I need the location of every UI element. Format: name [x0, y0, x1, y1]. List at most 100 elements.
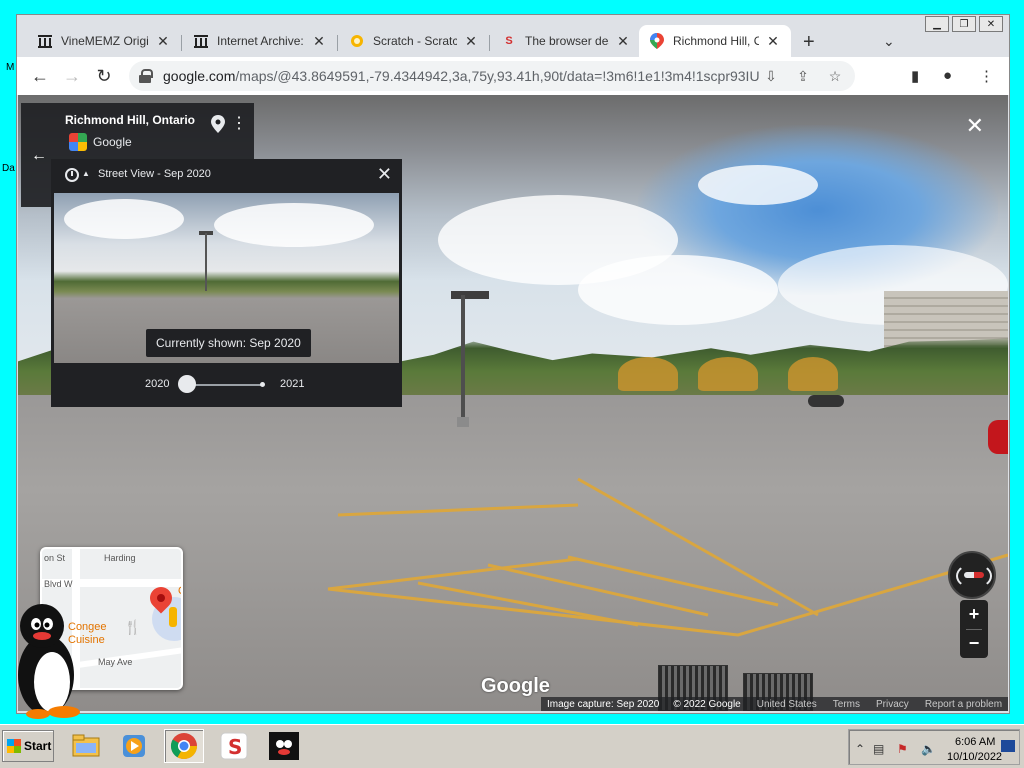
- reload-button[interactable]: ↻: [93, 65, 115, 87]
- back-arrow-icon[interactable]: ←: [31, 147, 47, 165]
- zoom-control: + −: [960, 600, 988, 658]
- time-travel-panel: ▲ Street View - Sep 2020 ✕ Currently sho…: [51, 159, 402, 407]
- restaurant-icon[interactable]: 🍴: [124, 620, 141, 634]
- location-pin-icon[interactable]: [211, 115, 225, 133]
- svg-text:S: S: [228, 735, 242, 759]
- start-label: Start: [24, 739, 52, 753]
- install-app-icon[interactable]: ⇩: [759, 68, 783, 85]
- bookmark-star-icon[interactable]: ☆: [823, 68, 847, 85]
- penguin-mascot-icon: [14, 600, 84, 722]
- close-tab-icon[interactable]: ✕: [463, 33, 479, 50]
- scratch-app-taskbar-icon[interactable]: S: [214, 729, 254, 763]
- place-card: Richmond Hill, Ontario Google ⋮: [51, 103, 254, 159]
- lock-icon[interactable]: [139, 69, 153, 83]
- close-tab-icon[interactable]: ✕: [615, 33, 631, 50]
- map-road-label: May Ave: [98, 657, 133, 667]
- clock-time[interactable]: 6:06 AM: [955, 736, 995, 748]
- address-bar[interactable]: google.com/maps/@43.8649591,-79.4344942,…: [129, 61, 855, 91]
- archive-icon: [37, 33, 53, 49]
- compass-needle-icon: [964, 572, 984, 578]
- map-road-label: Blvd W: [44, 579, 73, 589]
- profile-avatar-icon[interactable]: ●: [943, 67, 952, 84]
- url-text[interactable]: google.com/maps/@43.8649591,-79.4344942,…: [163, 68, 759, 84]
- tab-title: Scratch - Scratch: [373, 34, 457, 48]
- copyright-text: © 2022 Google: [673, 698, 741, 710]
- back-button[interactable]: ←: [29, 65, 51, 87]
- tab-richmond-hill[interactable]: Richmond Hill, On ✕: [639, 25, 791, 57]
- compass-control[interactable]: [948, 551, 996, 599]
- image-capture-date: Image capture: Sep 2020: [547, 698, 660, 710]
- start-button[interactable]: Start: [2, 730, 54, 762]
- share-icon[interactable]: ⇪: [791, 68, 815, 85]
- taskbar: Start S ⌃ ▤ ⚑ 🔈 6:06 AM 10/10/2022: [0, 724, 1024, 768]
- new-tab-button[interactable]: +: [803, 31, 815, 54]
- media-player-taskbar-icon[interactable]: [114, 729, 154, 763]
- volume-icon[interactable]: 🔈: [921, 742, 936, 756]
- year-end-label: 2021: [280, 378, 305, 390]
- street-view-viewport[interactable]: ← Richmond Hill, Ontario Google ⋮ ▲ Stre…: [18, 95, 1008, 711]
- light-pole: [461, 295, 465, 427]
- restore-button[interactable]: ❐: [952, 16, 976, 32]
- tab-vinememz[interactable]: VineMEMZ Origina ✕: [27, 25, 181, 57]
- show-desktop-icon[interactable]: [1001, 740, 1015, 752]
- desktop-label-2: Da: [2, 163, 15, 174]
- clock-date[interactable]: 10/10/2022: [947, 751, 1002, 763]
- tab-title: VineMEMZ Origina: [61, 34, 149, 48]
- time-travel-header: ▲ Street View - Sep 2020 ✕: [51, 159, 402, 192]
- chrome-taskbar-icon[interactable]: [164, 729, 204, 763]
- back-panel: ←: [21, 103, 51, 207]
- zoom-out-button[interactable]: −: [960, 629, 988, 658]
- tab-scratch[interactable]: Scratch - Scratch ✕: [339, 25, 489, 57]
- country-link[interactable]: United States: [757, 699, 817, 710]
- network-icon[interactable]: ▤: [873, 742, 884, 756]
- explorer-taskbar-icon[interactable]: [66, 729, 106, 763]
- tab-browser-design[interactable]: S The browser desig ✕: [491, 25, 641, 57]
- browser-window: ▁ ❐ ✕ VineMEMZ Origina ✕ Internet Archiv…: [16, 14, 1010, 714]
- map-footer: Image capture: Sep 2020 © 2022 Google Un…: [541, 697, 1008, 711]
- map-road-label: Harding: [104, 553, 136, 563]
- time-travel-title: Street View - Sep 2020: [98, 168, 211, 180]
- forward-button[interactable]: →: [61, 65, 83, 87]
- google-watermark: Google: [481, 675, 550, 697]
- chrome-menu-icon[interactable]: ⋮: [979, 67, 994, 85]
- pingu-taskbar-icon[interactable]: [264, 729, 304, 763]
- zoom-in-button[interactable]: +: [960, 600, 988, 629]
- street-view-preview[interactable]: Currently shown: Sep 2020: [54, 193, 399, 363]
- terms-link[interactable]: Terms: [833, 699, 860, 710]
- windows-logo-icon: [7, 739, 21, 753]
- pegman-icon[interactable]: [169, 607, 177, 627]
- close-icon[interactable]: ✕: [377, 164, 392, 185]
- more-options-icon[interactable]: ⋮: [231, 113, 247, 133]
- archive-icon: [193, 33, 209, 49]
- caret-up-icon[interactable]: ▲: [82, 169, 90, 178]
- close-tab-icon[interactable]: ✕: [311, 33, 327, 50]
- system-tray: ⌃ ▤ ⚑ 🔈 6:06 AM 10/10/2022: [848, 729, 1020, 765]
- tab-search-chevron-icon[interactable]: ⌄: [883, 33, 895, 50]
- close-tab-icon[interactable]: ✕: [155, 33, 171, 50]
- report-problem-link[interactable]: Report a problem: [925, 699, 1002, 710]
- side-panel-icon[interactable]: ▮: [911, 67, 919, 85]
- currently-shown-badge: Currently shown: Sep 2020: [146, 329, 311, 357]
- tab-title: Richmond Hill, On: [673, 34, 759, 48]
- scratch-icon: [349, 33, 365, 49]
- window-controls: ▁ ❐ ✕: [925, 16, 1003, 32]
- history-clock-icon[interactable]: [65, 168, 79, 182]
- tab-internet-archive[interactable]: Internet Archive: ✕: [183, 25, 337, 57]
- toolbar: ← → ↻ google.com/maps/@43.8649591,-79.43…: [17, 57, 1009, 95]
- privacy-link[interactable]: Privacy: [876, 699, 909, 710]
- year-start-label: 2020: [145, 378, 170, 390]
- google-maps-icon: [649, 33, 665, 49]
- map-road-label: on St: [44, 553, 66, 563]
- close-window-button[interactable]: ✕: [979, 16, 1003, 32]
- place-subtitle: Google: [93, 135, 132, 149]
- slider-knob[interactable]: [178, 375, 196, 393]
- close-tab-icon[interactable]: ✕: [765, 33, 781, 50]
- security-alert-icon[interactable]: ⚑: [897, 742, 908, 756]
- minimize-button[interactable]: ▁: [925, 16, 949, 32]
- close-street-view-icon[interactable]: ✕: [966, 113, 984, 139]
- slider-end-dot[interactable]: [260, 382, 265, 387]
- year-slider[interactable]: 2020 2021: [51, 373, 402, 397]
- scratch-s-icon: S: [505, 35, 513, 47]
- tab-title: Internet Archive:: [217, 34, 304, 48]
- show-hidden-icons-chevron-icon[interactable]: ⌃: [855, 742, 865, 756]
